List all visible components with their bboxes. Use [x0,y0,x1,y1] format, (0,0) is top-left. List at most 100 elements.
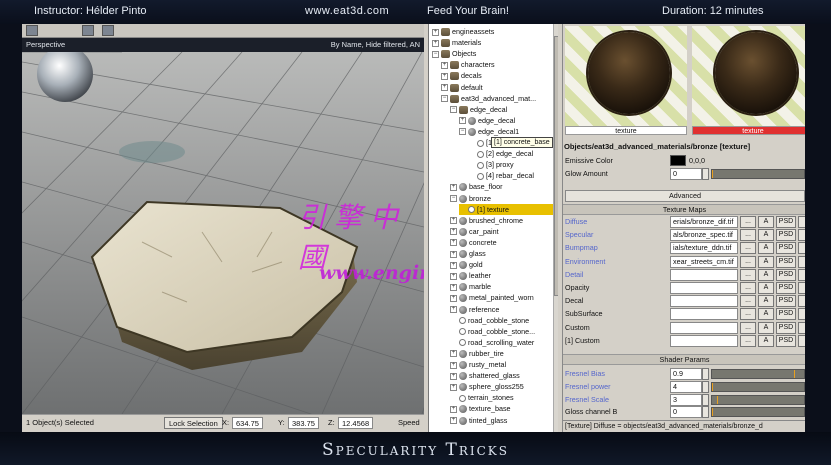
expand-icon[interactable]: + [450,405,457,413]
tree-item[interactable]: + rusty_metal [450,359,506,370]
map-path-field[interactable]: xear_streets_cm.tif [670,255,738,268]
tree-item[interactable]: [1] texture [459,203,553,215]
psd-button[interactable]: PSD [776,242,796,255]
extra-button[interactable] [798,308,805,321]
tree-item[interactable]: + shattered_glass [450,370,520,381]
tree-item[interactable]: + brushed_chrome [450,215,523,226]
extra-button[interactable] [798,242,805,255]
map-label[interactable]: Environment [565,257,605,266]
psd-button[interactable]: PSD [776,268,796,281]
expand-icon[interactable]: + [450,250,457,258]
browse-button[interactable]: ... [740,282,756,294]
expand-icon[interactable]: + [450,372,457,380]
collapse-icon[interactable]: − [450,195,457,203]
expand-icon[interactable]: + [441,61,448,69]
browse-button[interactable]: ... [740,308,756,321]
browse-button[interactable]: ... [740,321,756,334]
param-field[interactable]: 4 [670,380,702,393]
tree-scrollbar[interactable] [553,24,558,432]
tree-item[interactable]: + metal_painted_worn [450,292,534,303]
extra-button[interactable] [798,334,805,347]
expand-icon[interactable]: + [450,361,457,369]
alpha-button[interactable]: A [758,268,774,281]
tree-item[interactable]: + materials [432,37,481,48]
tree-item[interactable]: + base_floor [450,181,503,192]
z-coordinate-field[interactable]: 12.4568 [338,417,374,429]
preview-left[interactable]: texture [563,24,689,136]
extra-button[interactable] [798,321,805,334]
param-field[interactable]: 0 [670,406,702,419]
psd-button[interactable]: PSD [776,216,796,228]
expand-icon[interactable]: + [432,28,439,36]
map-label[interactable]: Specular [565,230,593,239]
param-spinner[interactable] [702,406,709,419]
browse-button[interactable]: ... [740,242,756,255]
tree-item[interactable]: road_cobble_stone... [450,326,535,337]
expand-icon[interactable]: + [450,417,457,425]
collapse-icon[interactable]: − [441,95,448,103]
alpha-button[interactable]: A [758,308,774,321]
tree-item[interactable]: − edge_decal [450,104,507,115]
tree-item[interactable]: + car_paint [450,226,499,237]
map-path-field[interactable] [670,295,738,308]
tree-item[interactable]: road_cobble_stone [450,315,529,326]
psd-button[interactable]: PSD [776,308,796,321]
expand-icon[interactable]: + [450,294,457,302]
preview-right[interactable]: texture [690,24,805,136]
expand-icon[interactable]: + [450,217,457,225]
y-coordinate-field[interactable]: 383.75 [288,417,319,429]
map-path-field[interactable] [670,268,738,281]
browse-button[interactable]: ... [740,229,756,242]
tree-item[interactable]: [4] rebar_decal [468,170,534,181]
tree-item[interactable]: + engineassets [432,26,494,37]
map-label[interactable]: SubSurface [565,309,603,318]
viewport-filter[interactable]: By Name, Hide filtered, AN [331,40,420,49]
extra-button[interactable] [798,255,805,268]
expand-icon[interactable]: + [459,117,466,125]
map-path-field[interactable]: erials/bronze_dif.tif [670,216,738,228]
psd-button[interactable]: PSD [776,282,796,294]
expand-icon[interactable]: + [450,272,457,280]
scrollbar-thumb[interactable] [554,36,558,296]
tree-item[interactable]: + default [441,82,483,93]
collapse-icon[interactable]: − [432,50,439,58]
tree-item[interactable]: − Objects [432,48,476,59]
expand-icon[interactable]: + [441,84,448,92]
glow-slider[interactable] [711,169,805,179]
map-label[interactable]: Decal [565,296,583,305]
psd-button[interactable]: PSD [776,229,796,242]
toolbar-icon[interactable] [102,25,114,36]
collapse-icon[interactable]: − [459,128,466,136]
tree-item[interactable]: terrain_stones [450,392,514,403]
expand-icon[interactable]: + [432,39,439,47]
map-label[interactable]: [1] Custom [565,336,600,345]
tree-item[interactable]: road_scrolling_water [450,337,534,348]
expand-icon[interactable]: + [450,239,457,247]
browse-button[interactable]: ... [740,268,756,281]
expand-icon[interactable]: + [450,261,457,269]
tree-item[interactable]: + concrete [450,237,497,248]
param-field[interactable]: 0.9 [670,368,702,380]
glow-field[interactable]: 0 [670,168,702,180]
param-slider[interactable] [711,369,805,379]
tree-item[interactable]: − eat3d_advanced_mat... [441,93,536,104]
tree-item[interactable]: + rubber_tire [450,348,504,359]
tree-item[interactable]: + texture_base [450,403,511,414]
glow-spinner[interactable] [702,168,709,180]
toolbar-icon[interactable] [26,25,38,36]
map-path-field[interactable]: ials/texture_ddn.tif [670,242,738,255]
tree-item[interactable]: + characters [441,59,495,70]
alpha-button[interactable]: A [758,282,774,294]
param-spinner[interactable] [702,393,709,406]
param-slider[interactable] [711,381,805,392]
alpha-button[interactable]: A [758,295,774,308]
map-path-field[interactable] [670,308,738,321]
map-path-field[interactable] [670,334,738,347]
extra-button[interactable] [798,295,805,308]
tree-item[interactable]: − edge_decal1 [459,126,519,137]
tree-item[interactable]: + gold [450,259,483,270]
expand-icon[interactable]: + [450,306,457,314]
map-label[interactable]: Opacity [565,283,589,292]
alpha-button[interactable]: A [758,242,774,255]
alpha-button[interactable]: A [758,216,774,228]
